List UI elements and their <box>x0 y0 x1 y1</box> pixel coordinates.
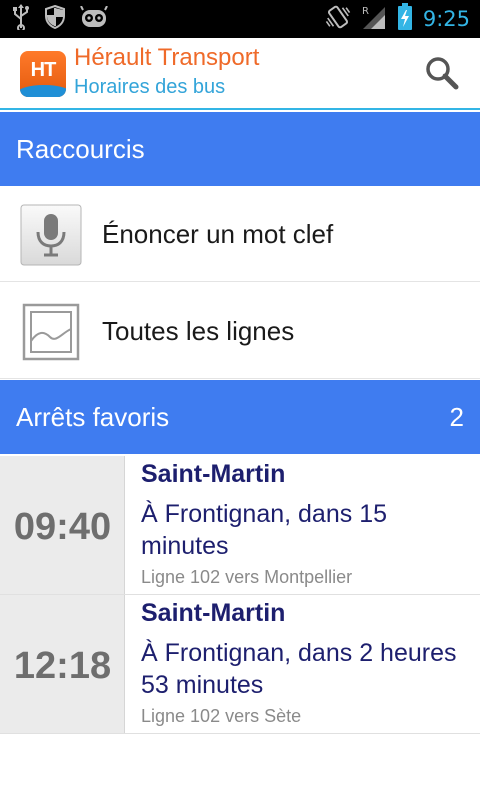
signal-roaming-icon: R <box>361 4 387 34</box>
stop-name: Saint-Martin <box>141 460 286 488</box>
microphone-icon <box>20 204 82 266</box>
search-button[interactable] <box>422 54 462 94</box>
direction-text: À Frontignan, dans 15 minutes <box>141 500 387 560</box>
departure-time: 12:18 <box>13 645 112 687</box>
line-info: Ligne 102 vers Sète <box>141 706 302 726</box>
app-subtitle: Horaires des bus <box>74 76 226 98</box>
shortcut-label: Énoncer un mot clef <box>102 219 334 249</box>
shortcuts-section-header: Raccourcis <box>0 112 480 186</box>
vibrate-icon <box>325 4 351 34</box>
direction-text: À Frontignan, dans 2 heures 53 minutes <box>141 639 457 699</box>
notification-icons <box>12 4 108 34</box>
search-icon <box>426 57 459 90</box>
line-info: Ligne 102 vers Montpellier <box>141 567 353 587</box>
all-lines-item[interactable]: Toutes les lignes <box>0 283 480 379</box>
clock-time: 9:25 <box>422 7 470 31</box>
departure-time-cell: 12:18 <box>0 595 125 733</box>
favorites-section-header: Arrêts favoris 2 <box>0 380 480 454</box>
favorite-stop-row[interactable]: 09:40 Saint-Martin À Frontignan, dans 15… <box>0 456 480 595</box>
roaming-letter: R <box>362 6 369 17</box>
stop-name: Saint-Martin <box>141 599 286 627</box>
battery-charging-icon <box>397 3 413 35</box>
usb-icon <box>12 4 30 34</box>
app-logo-text: HT <box>30 59 57 81</box>
favorite-stop-row[interactable]: 12:18 Saint-Martin À Frontignan, dans 2 … <box>0 595 480 734</box>
departure-time-cell: 09:40 <box>0 456 125 594</box>
app-title: Hérault Transport <box>74 44 260 71</box>
section-title: Raccourcis <box>16 134 145 164</box>
system-icons: R 9:25 <box>325 3 470 35</box>
action-bar: HT Hérault Transport Horaires des bus <box>0 38 480 110</box>
section-title: Arrêts favoris <box>16 402 170 432</box>
departure-time: 09:40 <box>13 506 112 548</box>
android-debug-icon <box>80 5 108 32</box>
favorites-count-badge: 2 <box>449 402 464 432</box>
shortcut-label: Toutes les lignes <box>102 316 295 346</box>
status-bar: R 9:25 <box>0 0 480 38</box>
app-logo[interactable]: HT <box>20 51 66 97</box>
voice-keyword-item[interactable]: Énoncer un mot clef <box>0 186 480 282</box>
picture-icon <box>20 301 82 363</box>
shield-icon <box>44 4 66 33</box>
